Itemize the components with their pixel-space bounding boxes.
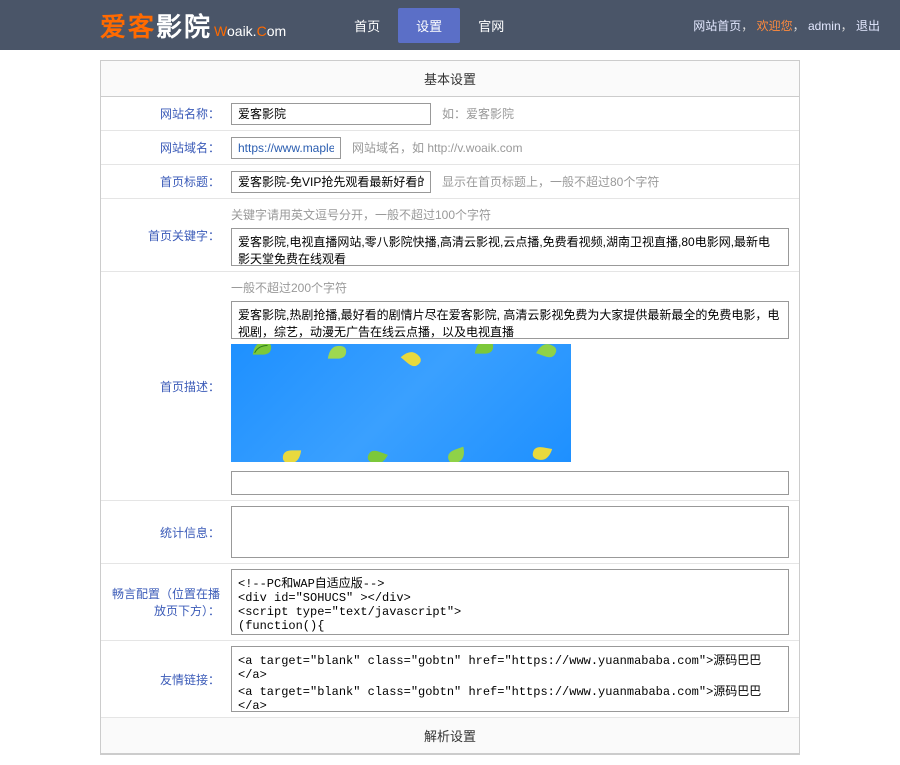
logo-text-1: 爱客: [100, 7, 156, 44]
input-home-title[interactable]: [231, 171, 431, 193]
label-friendlinks: 友情链接：: [101, 641, 226, 717]
hint-home-title: 显示在首页标题上，一般不超过80个字符: [442, 173, 659, 190]
row-stats: 统计信息：: [101, 501, 799, 564]
label-site-name: 网站名称：: [101, 97, 226, 130]
section-basic-title: 基本设置: [101, 61, 799, 97]
content-panel: 基本设置 网站名称： 如：爱客影院 网站域名： 网站域名，如 http://v.…: [100, 60, 800, 755]
textarea-friendlinks[interactable]: [231, 646, 789, 712]
row-keywords: 首页关键字： 关键字请用英文逗号分开，一般不超过100个字符: [101, 199, 799, 272]
leaf-icon: [444, 445, 470, 462]
row-description: 首页描述： 一般不超过200个字符: [101, 272, 799, 501]
hint-domain: 网站域名，如 http://v.woaik.com: [352, 139, 522, 156]
hint-description: 一般不超过200个字符: [231, 277, 347, 298]
label-domain: 网站域名：: [101, 131, 226, 164]
row-site-name: 网站名称： 如：爱客影院: [101, 97, 799, 131]
textarea-stats[interactable]: [231, 506, 789, 558]
row-home-title: 首页标题： 显示在首页标题上，一般不超过80个字符: [101, 165, 799, 199]
label-home-title: 首页标题：: [101, 165, 226, 198]
label-changyan: 畅言配置（位置在播放页下方）：: [101, 564, 226, 640]
main-nav: 首页 设置 官网: [336, 8, 522, 43]
input-domain[interactable]: [231, 137, 341, 159]
row-changyan: 畅言配置（位置在播放页下方）：: [101, 564, 799, 641]
link-logout[interactable]: 退出: [856, 19, 880, 33]
leaf-icon: [398, 345, 425, 371]
textarea-keywords[interactable]: [231, 228, 789, 266]
label-description: 首页描述：: [101, 272, 226, 500]
banner-image: [231, 344, 571, 462]
leaf-icon: [281, 449, 303, 462]
link-admin[interactable]: admin: [808, 19, 841, 33]
topbar: 爱客 影院 Woaik.Com 首页 设置 官网 网站首页， 欢迎您， admi…: [0, 0, 900, 50]
logo-domain: Woaik.Com: [214, 23, 286, 39]
input-site-name[interactable]: [231, 103, 431, 125]
welcome-text: 欢迎您: [757, 19, 793, 33]
hint-site-name: 如：爱客影院: [442, 105, 514, 122]
logo-text-2: 影院: [156, 7, 212, 44]
leaf-icon: [473, 344, 495, 355]
textarea-changyan[interactable]: [231, 569, 789, 635]
row-friendlinks: 友情链接：: [101, 641, 799, 718]
nav-official[interactable]: 官网: [460, 8, 522, 43]
leaf-icon: [326, 344, 348, 360]
hint-keywords: 关键字请用英文逗号分开，一般不超过100个字符: [231, 204, 491, 225]
label-keywords: 首页关键字：: [101, 199, 226, 271]
leaf-icon: [534, 344, 560, 361]
nav-settings[interactable]: 设置: [398, 8, 460, 43]
top-right-links: 网站首页， 欢迎您， admin， 退出: [693, 17, 880, 34]
link-site-home[interactable]: 网站首页: [693, 19, 741, 33]
leaf-icon: [364, 447, 390, 462]
leaf-icon: [530, 444, 554, 462]
logo: 爱客 影院 Woaik.Com: [100, 7, 286, 44]
row-domain: 网站域名： 网站域名，如 http://v.woaik.com: [101, 131, 799, 165]
textarea-description[interactable]: [231, 301, 789, 339]
nav-home[interactable]: 首页: [336, 8, 398, 43]
leaf-icon: [251, 344, 273, 356]
textarea-below-banner[interactable]: [231, 471, 789, 495]
label-stats: 统计信息：: [101, 501, 226, 563]
section-parse-title: 解析设置: [101, 718, 799, 754]
